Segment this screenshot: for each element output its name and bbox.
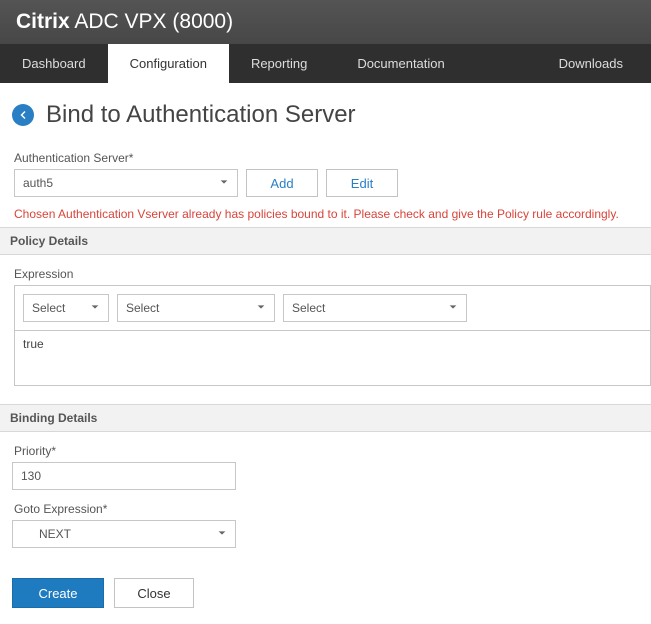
expression-select-3[interactable]: Select — [283, 294, 467, 322]
page-title: Bind to Authentication Server — [46, 101, 356, 129]
auth-server-select[interactable]: auth5 — [14, 169, 238, 197]
priority-label: Priority* — [12, 444, 639, 458]
tab-dashboard[interactable]: Dashboard — [0, 44, 108, 83]
tab-documentation[interactable]: Documentation — [329, 44, 472, 83]
tab-downloads[interactable]: Downloads — [537, 44, 651, 83]
page-body: Bind to Authentication Server Authentica… — [0, 83, 651, 624]
goto-label: Goto Expression* — [12, 502, 639, 516]
expression-select-1[interactable]: Select — [23, 294, 109, 322]
chevron-down-icon — [90, 301, 100, 315]
tab-reporting[interactable]: Reporting — [229, 44, 329, 83]
expression-input[interactable]: true — [15, 331, 650, 385]
brand-light: ADC VPX — [70, 10, 167, 33]
expression-select-2[interactable]: Select — [117, 294, 275, 322]
brand-bold: Citrix — [16, 10, 70, 33]
auth-server-value: auth5 — [23, 176, 53, 190]
tab-configuration[interactable]: Configuration — [108, 44, 229, 83]
auth-server-label: Authentication Server* — [12, 151, 639, 165]
chevron-down-icon — [219, 176, 229, 190]
expression-label: Expression — [12, 267, 639, 281]
app-header: Citrix ADC VPX (8000) — [0, 0, 651, 44]
footer-actions: Create Close — [12, 578, 639, 608]
policy-details-header: Policy Details — [0, 227, 651, 255]
binding-details-header: Binding Details — [0, 404, 651, 432]
goto-expression-select[interactable]: NEXT — [12, 520, 236, 548]
close-button[interactable]: Close — [114, 578, 194, 608]
create-button[interactable]: Create — [12, 578, 104, 608]
priority-input[interactable] — [12, 462, 236, 490]
add-button[interactable]: Add — [246, 169, 318, 197]
title-row: Bind to Authentication Server — [12, 101, 639, 129]
brand-suffix: (8000) — [167, 10, 234, 33]
back-icon[interactable] — [12, 104, 34, 126]
expression-toolbar: Select Select Select — [15, 286, 650, 331]
goto-expression-value: NEXT — [21, 527, 71, 541]
chevron-down-icon — [256, 301, 266, 315]
expression-editor: Select Select Select true — [14, 285, 651, 386]
edit-button[interactable]: Edit — [326, 169, 398, 197]
chevron-down-icon — [448, 301, 458, 315]
main-nav: Dashboard Configuration Reporting Docume… — [0, 44, 651, 83]
chevron-down-icon — [199, 527, 227, 541]
auth-warning: Chosen Authentication Vserver already ha… — [14, 207, 637, 221]
